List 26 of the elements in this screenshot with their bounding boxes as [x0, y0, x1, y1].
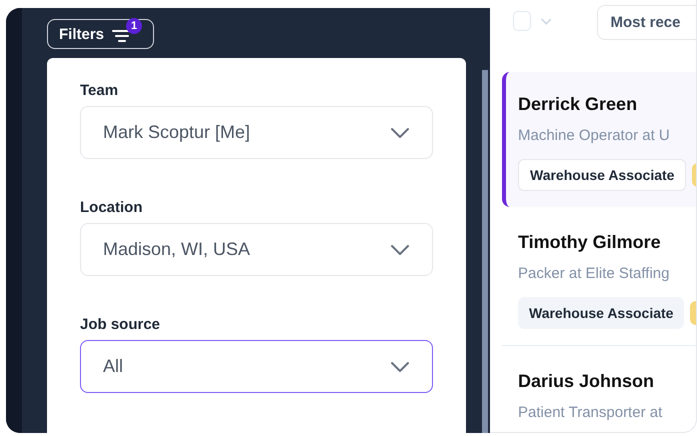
candidate-card[interactable]: Derrick Green Machine Operator at U Warehouse Associate — [502, 72, 696, 207]
candidate-name: Derrick Green — [518, 93, 638, 115]
chevron-down-icon — [390, 360, 410, 372]
filters-button[interactable]: Filters 1 — [47, 19, 154, 49]
field-label: Location — [80, 199, 144, 217]
candidate-name: Timothy Gilmore — [518, 231, 662, 253]
select-field[interactable]: Madison, WI, USA — [80, 223, 433, 276]
candidate-card[interactable]: Darius Johnson Patient Transporter at — [502, 346, 696, 432]
filter-count-badge: 1 — [126, 18, 142, 34]
select-field[interactable]: All — [80, 340, 433, 393]
candidate-card[interactable]: Timothy Gilmore Packer at Elite Staffing Warehouse Associate — [502, 207, 696, 346]
candidate-job-title: Machine Operator at U — [518, 126, 671, 146]
candidate-job-title: Packer at Elite Staffing — [518, 264, 670, 284]
candidate-job-title: Patient Transporter at — [518, 403, 664, 423]
chevron-down-icon[interactable] — [540, 18, 552, 26]
sort-dropdown[interactable]: Most rece — [597, 5, 696, 40]
select-field[interactable]: Mark Scoptur [Me] — [80, 106, 433, 159]
job-tag: Warehouse Associate — [518, 159, 686, 191]
job-tag: Warehouse Associate — [518, 297, 684, 329]
select-all-checkbox[interactable] — [513, 11, 531, 31]
field-label: Team — [80, 82, 120, 100]
field-label: Job source — [80, 316, 162, 334]
scrollbar[interactable] — [482, 70, 488, 433]
chevron-down-icon — [390, 244, 410, 256]
chevron-down-icon — [390, 126, 410, 138]
candidate-name: Darius Johnson — [518, 370, 656, 392]
